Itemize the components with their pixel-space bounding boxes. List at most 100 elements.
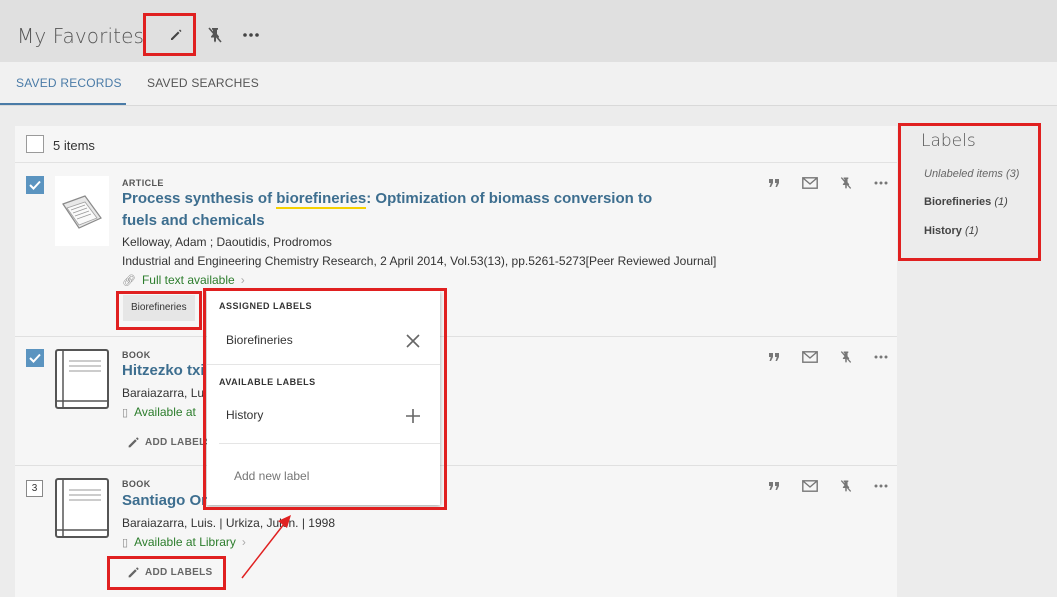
record-more-button[interactable] [871, 347, 891, 367]
book-open-icon: ▯ [122, 537, 129, 549]
more-icon [874, 181, 888, 185]
label-name: Unlabeled items [924, 168, 1003, 180]
record-title-link[interactable]: Process synthesis of biorefineries: Opti… [122, 188, 682, 232]
tab-saved-records[interactable]: SAVED RECORDS [16, 76, 122, 90]
pencil-icon [128, 567, 139, 578]
assigned-labels-heading: ASSIGNED LABELS [219, 301, 313, 311]
divider [219, 443, 440, 444]
more-icon [874, 355, 888, 359]
label-filter-biorefineries[interactable]: Biorefineries (1) [924, 196, 1008, 208]
record-type: ARTICLE [122, 178, 164, 188]
quote-icon [769, 482, 779, 490]
add-labels-button[interactable]: ADD LABELS [127, 566, 212, 579]
record-more-button[interactable] [871, 173, 891, 193]
record-more-button[interactable] [871, 476, 891, 496]
plus-icon [406, 409, 420, 423]
page-header: My Favorites [0, 0, 1057, 62]
labels-panel: Labels Unlabeled items (3) Biorefineries… [905, 126, 1045, 261]
availability-link[interactable]: ▯ Available at Library › [122, 535, 246, 549]
add-labels-text: ADD LABELS [145, 437, 213, 448]
unpin-button[interactable] [202, 22, 228, 48]
book-open-icon: ▯ [122, 407, 129, 419]
label-name: History [924, 225, 962, 237]
record-item: BOOK Hitzezko txi Baraiazarra, Lui ▯ Avai… [15, 337, 897, 466]
unpin-icon [840, 480, 852, 492]
list-header: 5 items [15, 126, 897, 163]
labels-popup: ASSIGNED LABELS Biorefineries AVAILABLE … [207, 291, 440, 505]
record-authors: Baraiazarra, Luis. | Urkiza, Julen. | 19… [122, 516, 335, 530]
label-count: (1) [964, 225, 979, 237]
add-labels-text: ADD LABELS [145, 567, 213, 578]
cite-button[interactable] [764, 347, 784, 367]
divider [207, 364, 440, 365]
label-name: Biorefineries [924, 196, 992, 208]
availability-text: Full text available [141, 273, 235, 287]
cite-button[interactable] [764, 476, 784, 496]
email-icon [802, 351, 818, 363]
email-icon [802, 480, 818, 492]
edit-button[interactable] [163, 22, 189, 48]
document-icon [55, 176, 109, 246]
add-label-button[interactable] [404, 407, 422, 425]
label-chip-biorefineries[interactable]: Biorefineries [123, 295, 195, 321]
record-title-link[interactable]: Hitzezko txi [122, 360, 212, 382]
quote-icon [769, 179, 779, 187]
book-thumbnail[interactable] [55, 349, 109, 419]
availability-text: Available at [134, 405, 196, 419]
availability-text: Available at Library [134, 535, 236, 549]
close-icon [406, 334, 420, 348]
remove-label-button[interactable] [404, 332, 422, 350]
record-authors: Kelloway, Adam ; Daoutidis, Prodromos [122, 235, 332, 249]
book-icon [55, 478, 109, 538]
record-actions [757, 173, 897, 193]
unpin-record-button[interactable] [836, 347, 856, 367]
pencil-icon [128, 437, 139, 448]
label-count: (3) [1005, 168, 1020, 180]
label-count: (1) [994, 196, 1008, 208]
email-button[interactable] [800, 476, 820, 496]
available-labels-heading: AVAILABLE LABELS [219, 377, 316, 387]
new-label-input[interactable] [234, 469, 414, 483]
email-icon [802, 177, 818, 189]
record-authors: Baraiazarra, Lui [122, 386, 207, 400]
cite-button[interactable] [764, 173, 784, 193]
saved-records-list: 5 items ARTICLE Process synthesis of bio… [15, 126, 897, 597]
label-filter-history[interactable]: History (1) [924, 225, 978, 237]
checkmark-icon [29, 180, 41, 190]
availability-link[interactable]: ▯ Available at [122, 405, 196, 419]
tab-bar: SAVED RECORDS SAVED SEARCHES [0, 62, 1057, 106]
availability-link[interactable]: 🔗︎ Full text available › [122, 273, 245, 287]
unpin-icon [208, 27, 222, 43]
checkmark-icon [29, 353, 41, 363]
label-filter-unlabeled[interactable]: Unlabeled items (3) [924, 168, 1019, 180]
more-icon [243, 33, 259, 37]
available-label-history[interactable]: History [226, 408, 263, 422]
page-title: My Favorites [17, 24, 144, 48]
quote-icon [769, 353, 779, 361]
record-actions [757, 347, 897, 367]
tab-saved-searches[interactable]: SAVED SEARCHES [147, 76, 259, 90]
more-options-button[interactable] [238, 22, 264, 48]
record-checkbox[interactable] [26, 176, 44, 194]
pencil-icon [171, 29, 182, 40]
search-term-highlight: biorefineries [276, 190, 367, 209]
unpin-record-button[interactable] [836, 476, 856, 496]
add-labels-button[interactable]: ADD LABELS [127, 436, 212, 449]
record-item: 3 BOOK Santiago Or Baraiazarra, Luis. | … [15, 466, 897, 597]
book-icon [55, 349, 109, 409]
link-icon: 🔗︎ [122, 275, 136, 287]
record-checkbox[interactable] [26, 349, 44, 367]
unpin-record-button[interactable] [836, 173, 856, 193]
article-thumbnail[interactable] [55, 176, 109, 246]
record-type: BOOK [122, 479, 151, 489]
assigned-label-biorefineries: Biorefineries [226, 333, 293, 347]
chevron-right-icon: › [240, 273, 245, 287]
email-button[interactable] [800, 347, 820, 367]
record-type: BOOK [122, 350, 151, 360]
title-text: Process synthesis of [122, 190, 277, 207]
select-all-checkbox[interactable] [26, 135, 44, 153]
labels-panel-title: Labels [921, 131, 976, 151]
email-button[interactable] [800, 173, 820, 193]
unpin-icon [840, 177, 852, 189]
book-thumbnail[interactable] [55, 478, 109, 548]
